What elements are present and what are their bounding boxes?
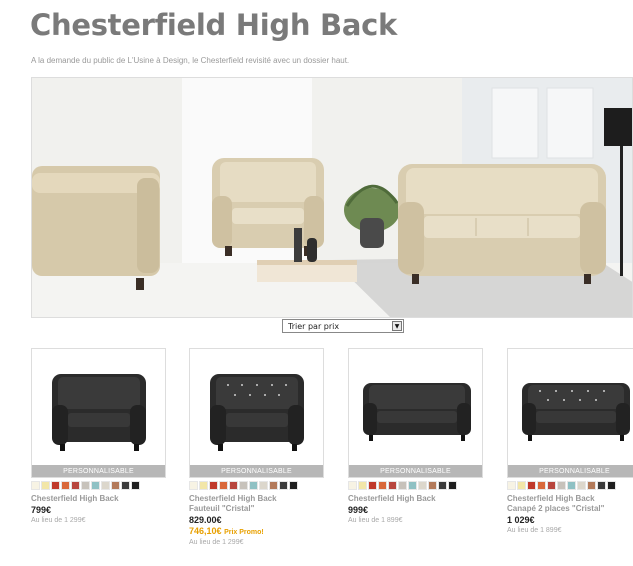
color-swatch[interactable] [111,481,120,490]
customizable-badge: PERSONNALISABLE [349,465,482,477]
color-swatch[interactable] [131,481,140,490]
sofa-icon [363,383,471,441]
sort-select[interactable]: Trier par prix ▼ [282,319,404,333]
product-name[interactable]: Chesterfield High Back [31,494,166,504]
color-swatches[interactable] [31,481,166,490]
page-title: Chesterfield High Back [30,8,397,42]
chevron-down-icon[interactable]: ▼ [392,321,402,331]
color-swatch[interactable] [438,481,447,490]
color-swatch[interactable] [358,481,367,490]
product-card[interactable]: PERSONNALISABLE Chesterfield High Back 7… [31,348,166,525]
color-swatch[interactable] [121,481,130,490]
color-swatch[interactable] [398,481,407,490]
product-old-price: Au lieu de 1 299€ [31,517,86,524]
product-promo-price: 746,10€ Prix Promo! [189,526,324,538]
armchair-icon [52,374,146,451]
color-swatch[interactable] [249,481,258,490]
color-swatch[interactable] [597,481,606,490]
color-swatch[interactable] [547,481,556,490]
color-swatch[interactable] [557,481,566,490]
color-swatch[interactable] [81,481,90,490]
color-swatch[interactable] [101,481,110,490]
product-price: 1 029€ [507,515,535,525]
sofa-crystal-icon [522,383,630,441]
hero-image [31,77,633,318]
color-swatch[interactable] [61,481,70,490]
customizable-badge: PERSONNALISABLE [508,465,633,477]
promo-label: Prix Promo! [224,529,264,536]
product-old-price: Au lieu de 1 299€ [189,539,244,546]
color-swatch[interactable] [91,481,100,490]
color-swatch[interactable] [239,481,248,490]
product-name[interactable]: Chesterfield High Back [189,494,324,504]
color-swatch[interactable] [507,481,516,490]
color-swatch[interactable] [448,481,457,490]
color-swatch[interactable] [51,481,60,490]
color-swatch[interactable] [31,481,40,490]
color-swatch[interactable] [587,481,596,490]
customizable-badge: PERSONNALISABLE [32,465,165,477]
sort-select-value: Trier par prix [288,321,340,331]
color-swatch[interactable] [418,481,427,490]
product-image-frame[interactable]: PERSONNALISABLE [507,348,633,478]
color-swatch[interactable] [408,481,417,490]
color-swatch[interactable] [269,481,278,490]
product-subname[interactable]: Fauteuil "Cristal" [189,504,324,514]
color-swatch[interactable] [567,481,576,490]
color-swatch[interactable] [71,481,80,490]
color-swatch[interactable] [577,481,586,490]
product-card[interactable]: PERSONNALISABLE Chesterfield High Back 9… [348,348,483,525]
color-swatch[interactable] [279,481,288,490]
color-swatches[interactable] [189,481,324,490]
product-card[interactable]: PERSONNALISABLE Chesterfield High Back C… [507,348,633,535]
product-old-price: Au lieu de 1 899€ [507,527,562,534]
product-old-price: Au lieu de 1 899€ [348,517,403,524]
color-swatch[interactable] [189,481,198,490]
page-subtitle: A la demande du public de L'Usine à Desi… [31,56,350,65]
color-swatches[interactable] [507,481,633,490]
color-swatch[interactable] [348,481,357,490]
color-swatch[interactable] [219,481,228,490]
color-swatch[interactable] [289,481,298,490]
color-swatch[interactable] [209,481,218,490]
product-price: 799€ [31,505,52,515]
product-name[interactable]: Chesterfield High Back [348,494,483,504]
color-swatch[interactable] [368,481,377,490]
color-swatch[interactable] [607,481,616,490]
color-swatch[interactable] [517,481,526,490]
product-card[interactable]: PERSONNALISABLE Chesterfield High Back F… [189,348,324,547]
customizable-badge: PERSONNALISABLE [190,465,323,477]
product-price: 829.00€ [189,515,222,525]
product-price: 999€ [348,505,369,515]
color-swatch[interactable] [259,481,268,490]
color-swatch[interactable] [199,481,208,490]
color-swatch[interactable] [537,481,546,490]
promo-price-value: 746,10€ [189,526,222,536]
product-subname[interactable]: Canapé 2 places "Cristal" [507,504,633,514]
color-swatch[interactable] [428,481,437,490]
product-name[interactable]: Chesterfield High Back [507,494,633,504]
armchair-crystal-icon [210,374,304,451]
color-swatch[interactable] [527,481,536,490]
product-image-frame[interactable]: PERSONNALISABLE [348,348,483,478]
color-swatch[interactable] [229,481,238,490]
color-swatch[interactable] [388,481,397,490]
product-image-frame[interactable]: PERSONNALISABLE [189,348,324,478]
color-swatch[interactable] [41,481,50,490]
color-swatches[interactable] [348,481,483,490]
product-image-frame[interactable]: PERSONNALISABLE [31,348,166,478]
color-swatch[interactable] [378,481,387,490]
